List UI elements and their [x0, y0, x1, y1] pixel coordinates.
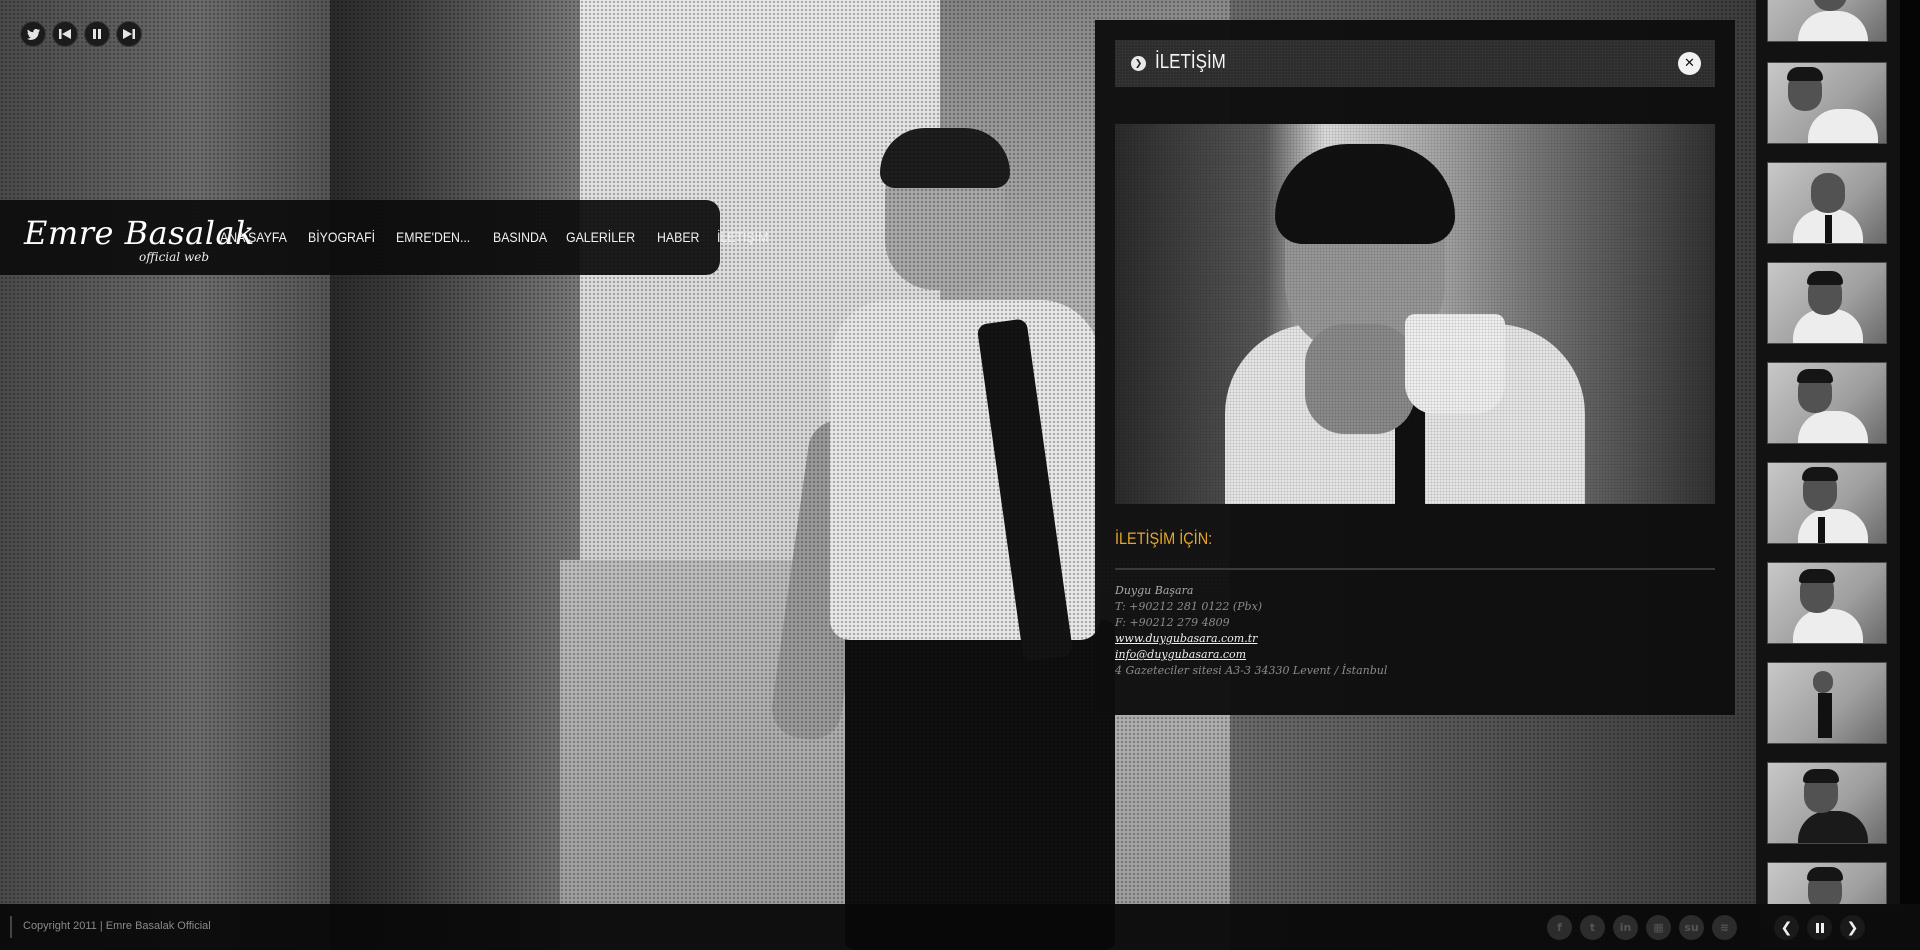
- twitter-bird-icon[interactable]: [20, 21, 46, 47]
- divider: [1115, 568, 1715, 570]
- thumbnail[interactable]: [1767, 362, 1887, 444]
- nav-item-ana-sayfa[interactable]: ANA SAYFA: [220, 229, 287, 245]
- thumbnail[interactable]: [1767, 862, 1887, 904]
- contact-name: Duygu Başara: [1115, 584, 1194, 597]
- site-logo[interactable]: Emre Basalak official web: [24, 214, 254, 264]
- slideshow-controls: ❮ ❯: [1774, 915, 1865, 940]
- thumbnail[interactable]: [1767, 262, 1887, 344]
- nav-item-galeriler[interactable]: GALERİLER: [566, 229, 635, 245]
- twitter-icon[interactable]: t: [1580, 915, 1605, 940]
- panel-header: ❯ İLETİŞİM ✕: [1115, 40, 1715, 87]
- close-icon[interactable]: ✕: [1678, 52, 1701, 75]
- linkedin-icon[interactable]: in: [1613, 915, 1638, 940]
- contact-address: 4 Gazeteciler sitesi A3-3 34330 Levent /…: [1115, 664, 1388, 677]
- thumbnail[interactable]: [1767, 0, 1887, 42]
- nav-item-haber[interactable]: HABER: [657, 229, 699, 245]
- social-links: f t in ▦ su ≋: [1547, 915, 1737, 940]
- pause-icon[interactable]: [84, 21, 110, 47]
- contact-photo: [1115, 124, 1715, 504]
- contact-heading: İLETİŞİM İÇİN:: [1115, 529, 1213, 548]
- skip-previous-icon[interactable]: [52, 21, 78, 47]
- main-menu: ANA SAYFA BİYOGRAFİ EMRE'DEN... BASINDA …: [220, 229, 768, 245]
- stumbleupon-icon[interactable]: su: [1679, 915, 1704, 940]
- pause-icon[interactable]: [1807, 915, 1832, 940]
- chevron-left-icon[interactable]: ❮: [1774, 915, 1799, 940]
- chevron-right-icon: ❯: [1131, 56, 1146, 71]
- main-navbar: Emre Basalak official web ANA SAYFA BİYO…: [0, 200, 768, 275]
- contact-website-link[interactable]: www.duygubasara.com.tr: [1115, 632, 1257, 645]
- thumbnail-strip: [1756, 0, 1920, 904]
- nav-item-iletisim[interactable]: İLETİŞİM: [717, 229, 768, 245]
- thumbnail[interactable]: [1767, 762, 1887, 844]
- thumbnail[interactable]: [1767, 62, 1887, 144]
- contact-details: Duygu Başara T: +90212 281 0122 (Pbx) F:…: [1115, 583, 1387, 679]
- nav-item-basinda[interactable]: BASINDA: [493, 229, 547, 245]
- thumbnail[interactable]: [1767, 462, 1887, 544]
- thumbnail[interactable]: [1767, 562, 1887, 644]
- copyright-text: Copyright 2011 | Emre Basalak Official: [23, 920, 211, 932]
- skip-next-icon[interactable]: [116, 21, 142, 47]
- delicious-icon[interactable]: ▦: [1646, 915, 1671, 940]
- contact-panel: ❯ İLETİŞİM ✕ İLETİŞİM İÇİN: Duygu Başara…: [1095, 20, 1735, 715]
- thumbnail[interactable]: [1767, 662, 1887, 744]
- contact-fax: F: +90212 279 4809: [1115, 616, 1230, 629]
- panel-title: İLETİŞİM: [1155, 51, 1226, 73]
- rss-icon[interactable]: ≋: [1712, 915, 1737, 940]
- logo-subtext: official web: [139, 250, 209, 264]
- contact-email-link[interactable]: info@duygubasara.com: [1115, 648, 1246, 661]
- facebook-icon[interactable]: f: [1547, 915, 1572, 940]
- footer: Copyright 2011 | Emre Basalak Official f…: [0, 904, 1920, 950]
- nav-item-biyografi[interactable]: BİYOGRAFİ: [308, 229, 375, 245]
- contact-phone: T: +90212 281 0122 (Pbx): [1115, 600, 1263, 613]
- thumbnail[interactable]: [1767, 162, 1887, 244]
- chevron-right-icon[interactable]: ❯: [1840, 915, 1865, 940]
- nav-item-emreden[interactable]: EMRE'DEN...: [396, 229, 470, 245]
- footer-divider: [10, 916, 12, 938]
- strip-edge: [1900, 0, 1920, 904]
- player-controls: [20, 21, 142, 47]
